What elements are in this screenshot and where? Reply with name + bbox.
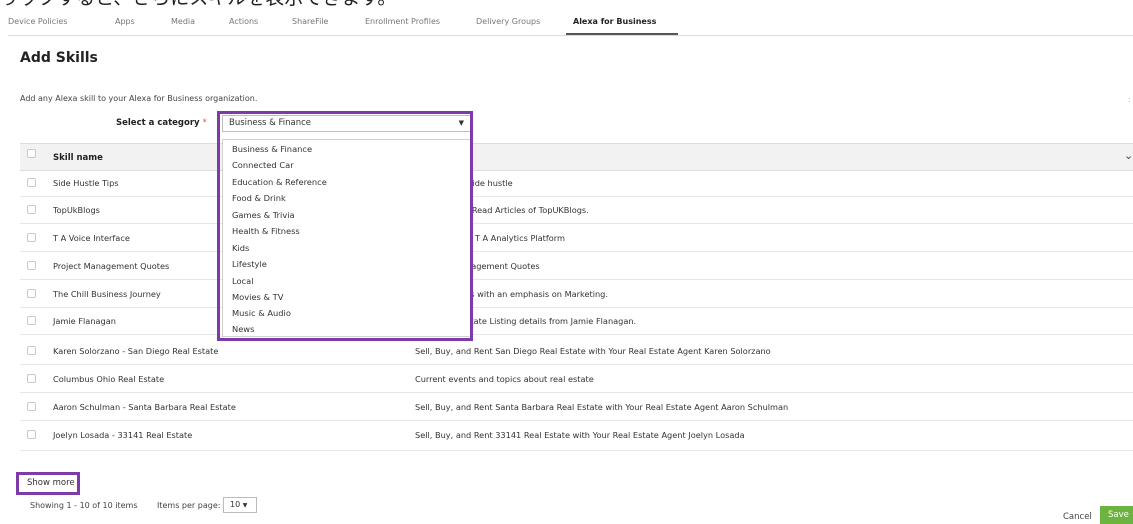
tab-sharefile[interactable]: ShareFile	[292, 17, 328, 26]
row-divider	[20, 392, 1133, 393]
row-checkbox[interactable]	[27, 233, 36, 242]
tab-enrollment-profiles[interactable]: Enrollment Profiles	[365, 17, 440, 26]
skill-name: Aaron Schulman - Santa Barbara Real Esta…	[53, 402, 236, 412]
skill-name: T A Voice Interface	[53, 233, 130, 243]
row-divider	[20, 307, 1133, 308]
row-divider	[20, 420, 1133, 421]
row-checkbox[interactable]	[27, 430, 36, 439]
category-label: Select a category *	[116, 118, 207, 128]
skill-name: TopUkBlogs	[53, 205, 100, 215]
row-divider	[20, 223, 1133, 224]
skill-description: Sell, Buy, and Rent 33141 Real Estate wi…	[415, 430, 745, 440]
category-highlight-box	[217, 111, 473, 341]
row-checkbox[interactable]	[27, 289, 36, 298]
page-title: Add Skills	[20, 50, 98, 66]
page-description: Add any Alexa skill to your Alexa for Bu…	[20, 94, 258, 103]
cancel-button[interactable]: Cancel	[1063, 512, 1092, 522]
skill-name: Joelyn Losada - 33141 Real Estate	[53, 430, 193, 440]
tab-device-policies[interactable]: Device Policies	[8, 17, 68, 26]
pagination-summary: Showing 1 - 10 of 10 items	[30, 501, 138, 510]
row-divider	[20, 251, 1133, 252]
row-divider	[20, 364, 1133, 365]
tab-media[interactable]: Media	[171, 17, 195, 26]
skill-description: ess with an emphasis on Marketing.	[461, 289, 608, 299]
row-checkbox[interactable]	[27, 402, 36, 411]
tab-actions[interactable]: Actions	[229, 17, 258, 26]
required-mark: *	[202, 118, 207, 128]
skill-description: for T A Analytics Platform	[461, 233, 565, 243]
caret-down-icon: ▼	[242, 502, 248, 509]
items-per-page-value: 10	[230, 500, 241, 509]
row-divider	[20, 196, 1133, 197]
row-divider	[20, 450, 1133, 451]
row-checkbox[interactable]	[27, 178, 36, 187]
skill-name: Project Management Quotes	[53, 261, 170, 271]
skill-name: Jamie Flanagan	[53, 316, 116, 326]
active-tab-indicator	[566, 33, 678, 35]
skill-description: Estate Listing details from Jamie Flanag…	[461, 316, 637, 326]
items-per-page-select[interactable]: 10 ▼	[223, 497, 257, 513]
table-header: Skill name ⌄	[20, 143, 1133, 171]
show-more-link[interactable]: Show more	[27, 478, 75, 488]
skill-description: Current events and topics about real est…	[415, 374, 594, 384]
save-button[interactable]: Save	[1100, 506, 1133, 524]
skill-description: Sell, Buy, and Rent Santa Barbara Real E…	[415, 402, 789, 412]
row-divider	[20, 279, 1133, 280]
row-checkbox[interactable]	[27, 205, 36, 214]
skill-name: Columbus Ohio Real Estate	[53, 374, 165, 384]
caption-text: りックすると、さらにスキルを表示できます。	[0, 0, 700, 8]
category-label-text: Select a category	[116, 118, 200, 128]
row-checkbox[interactable]	[27, 316, 36, 325]
row-divider	[20, 334, 1133, 335]
column-header-skill-name[interactable]: Skill name	[53, 153, 103, 163]
tab-apps[interactable]: Apps	[115, 17, 135, 26]
select-all-checkbox[interactable]	[27, 149, 36, 158]
chevron-down-icon[interactable]: ⌄	[1124, 149, 1133, 162]
row-checkbox[interactable]	[27, 346, 36, 355]
tab-delivery-groups[interactable]: Delivery Groups	[476, 17, 540, 26]
row-checkbox[interactable]	[27, 261, 36, 270]
skill-name: Karen Solorzano - San Diego Real Estate	[53, 346, 219, 356]
items-per-page-label: Items per page:	[157, 501, 221, 510]
skill-name: The Chill Business Journey	[53, 289, 161, 299]
more-icon: :	[1128, 95, 1131, 104]
tab-alexa-for-business[interactable]: Alexa for Business	[573, 17, 656, 26]
row-checkbox[interactable]	[27, 374, 36, 383]
tab-bar: Device Policies Apps Media Actions Share…	[8, 11, 1133, 36]
skill-description: Sell, Buy, and Rent San Diego Real Estat…	[415, 346, 771, 356]
skill-description: to Read Articles of TopUKBlogs.	[461, 205, 589, 215]
skill-name: Side Hustle Tips	[53, 178, 119, 188]
